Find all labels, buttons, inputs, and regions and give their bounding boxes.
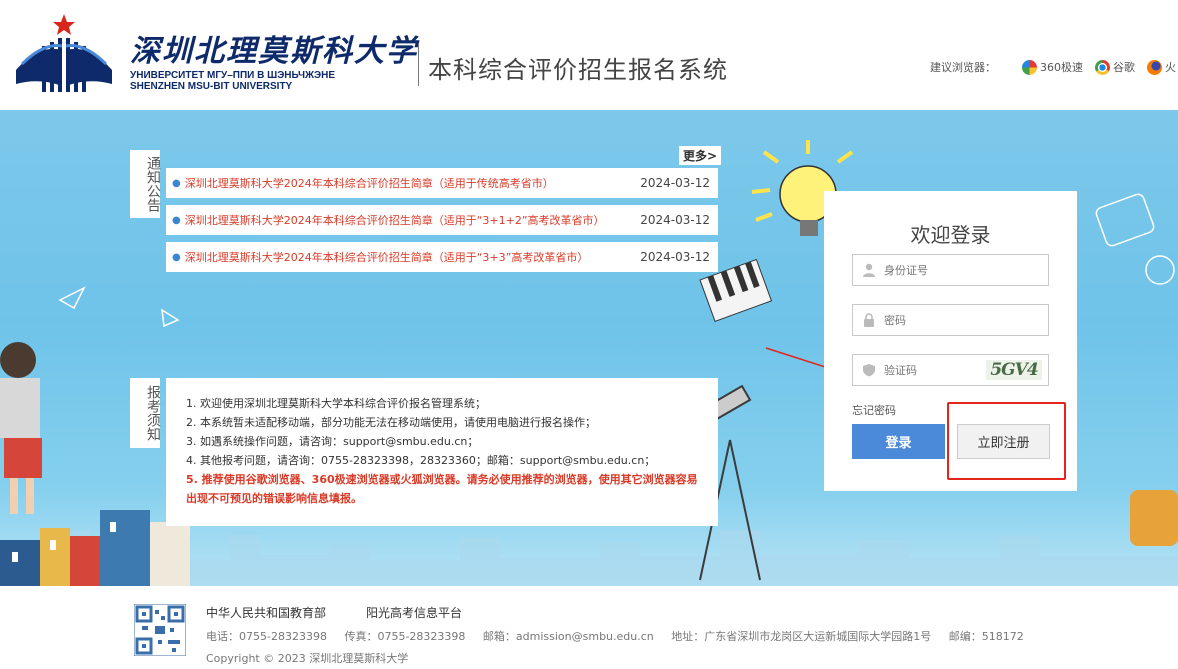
university-name-cn: 深圳北理莫斯科大学 [130, 34, 418, 69]
bullet-icon: ● [172, 214, 181, 226]
notice-title[interactable]: 深圳北理莫斯科大学2024年本科综合评价招生简章（适用于“3+3”高考改革省市） [185, 249, 641, 265]
password-input[interactable] [884, 313, 984, 327]
notice-item[interactable]: ● 深圳北理莫斯科大学2024年本科综合评价招生简章（适用于传统高考省市） 20… [166, 168, 718, 198]
login-title: 欢迎登录 [910, 223, 991, 247]
notice-more-link[interactable]: 更多> [679, 146, 722, 165]
footer-links: 中华人民共和国教育部 阳光高考信息平台 [206, 604, 502, 621]
id-number-field[interactable] [852, 254, 1049, 286]
footer-link-moe[interactable]: 中华人民共和国教育部 [206, 604, 326, 621]
login-button[interactable]: 登录 [852, 424, 945, 459]
footer-phone: 电话：0755-28323398 [206, 630, 327, 643]
main-banner: 通知公告 更多> ● 深圳北理莫斯科大学2024年本科综合评价招生简章（适用于传… [0, 110, 1178, 586]
guide-line: 4. 其他报考问题，请咨询：0755-28323398，28323360；邮箱：… [186, 454, 656, 467]
notice-date: 2024-03-12 [640, 250, 710, 264]
captcha-field[interactable]: 5GV4 [852, 354, 1049, 386]
header-divider [418, 44, 419, 86]
footer-contact: 电话：0755-28323398 传真：0755-28323398 邮箱：adm… [206, 628, 1038, 644]
browser-label: 建议浏览器： [930, 61, 996, 74]
browser-chrome-label: 谷歌 [1113, 61, 1135, 74]
notice-item[interactable]: ● 深圳北理莫斯科大学2024年本科综合评价招生简章（适用于“3+1+2”高考改… [166, 205, 718, 235]
browser-firefox[interactable]: 火 [1147, 59, 1176, 75]
captcha-image[interactable]: 5GV4 [986, 360, 1042, 380]
forgot-password-link[interactable]: 忘记密码 [852, 402, 896, 418]
site-footer: 中华人民共和国教育部 阳光高考信息平台 电话：0755-28323398 传真：… [0, 586, 1178, 669]
browser-warning: 5. 推荐使用谷歌浏览器、360极速浏览器或火狐浏览器。请务必使用推荐的浏览器，… [186, 473, 698, 505]
browser-chrome[interactable]: 谷歌 [1095, 59, 1135, 75]
browser-360[interactable]: 360极速 [1022, 59, 1083, 75]
system-title: 本科综合评价招生报名系统 [428, 56, 728, 84]
footer-link-gaokao[interactable]: 阳光高考信息平台 [366, 604, 462, 621]
notice-section-label: 通知公告 [130, 150, 161, 218]
application-guide-box: 1. 欢迎使用深圳北理莫斯科大学本科综合评价报名管理系统； 2. 本系统暂未适配… [166, 378, 718, 526]
bullet-icon: ● [172, 251, 181, 263]
guide-line: 2. 本系统暂未适配移动端，部分功能无法在移动端使用，请使用电脑进行报名操作； [186, 416, 596, 429]
notice-date: 2024-03-12 [640, 213, 710, 227]
captcha-input[interactable] [884, 363, 984, 377]
user-icon [863, 263, 875, 277]
university-name-en: SHENZHEN MSU-BIT UNIVERSITY [130, 81, 293, 92]
guide-line: 3. 如遇系统操作问题，请咨询：support@smbu.edu.cn； [186, 435, 479, 448]
browser-recommendation: 建议浏览器： 360极速 谷歌 火 [930, 59, 1178, 75]
360-browser-icon [1022, 59, 1037, 75]
footer-email: 邮箱：admission@smbu.edu.cn [482, 630, 654, 643]
university-emblem-icon [16, 14, 112, 92]
footer-copyright: Copyright © 2023 深圳北理莫斯科大学 [206, 652, 409, 665]
guide-line: 1. 欢迎使用深圳北理莫斯科大学本科综合评价报名管理系统； [186, 397, 486, 410]
footer-postcode: 邮编：518172 [948, 630, 1024, 643]
browser-360-label: 360极速 [1040, 61, 1083, 74]
lock-icon [864, 313, 874, 327]
browser-firefox-label: 火 [1165, 61, 1176, 74]
notice-title[interactable]: 深圳北理莫斯科大学2024年本科综合评价招生简章（适用于“3+1+2”高考改革省… [185, 212, 641, 228]
site-header: 深圳北理莫斯科大学 УНИВЕРСИТЕТ МГУ–ППИ В ШЭНЬЧЖЭН… [0, 0, 1178, 110]
guide-section-label: 报考须知 [130, 378, 161, 448]
notice-title[interactable]: 深圳北理莫斯科大学2024年本科综合评价招生简章（适用于传统高考省市） [185, 175, 641, 191]
id-number-input[interactable] [884, 263, 984, 277]
register-highlight-box [947, 402, 1066, 480]
notice-item[interactable]: ● 深圳北理莫斯科大学2024年本科综合评价招生简章（适用于“3+3”高考改革省… [166, 242, 718, 272]
bullet-icon: ● [172, 177, 181, 189]
qr-code-icon [134, 604, 186, 656]
university-name-ru: УНИВЕРСИТЕТ МГУ–ППИ В ШЭНЬЧЖЭНЕ [130, 70, 336, 81]
chrome-icon [1095, 59, 1110, 75]
university-logo-text[interactable]: 深圳北理莫斯科大学 УНИВЕРСИТЕТ МГУ–ППИ В ШЭНЬЧЖЭН… [130, 34, 418, 93]
notice-date: 2024-03-12 [640, 176, 710, 190]
password-field[interactable] [852, 304, 1049, 336]
shield-icon [863, 364, 875, 377]
footer-fax: 传真：0755-28323398 [344, 630, 466, 643]
firefox-icon [1147, 59, 1162, 75]
footer-address: 地址：广东省深圳市龙岗区大运新城国际大学园路1号 [671, 630, 932, 643]
